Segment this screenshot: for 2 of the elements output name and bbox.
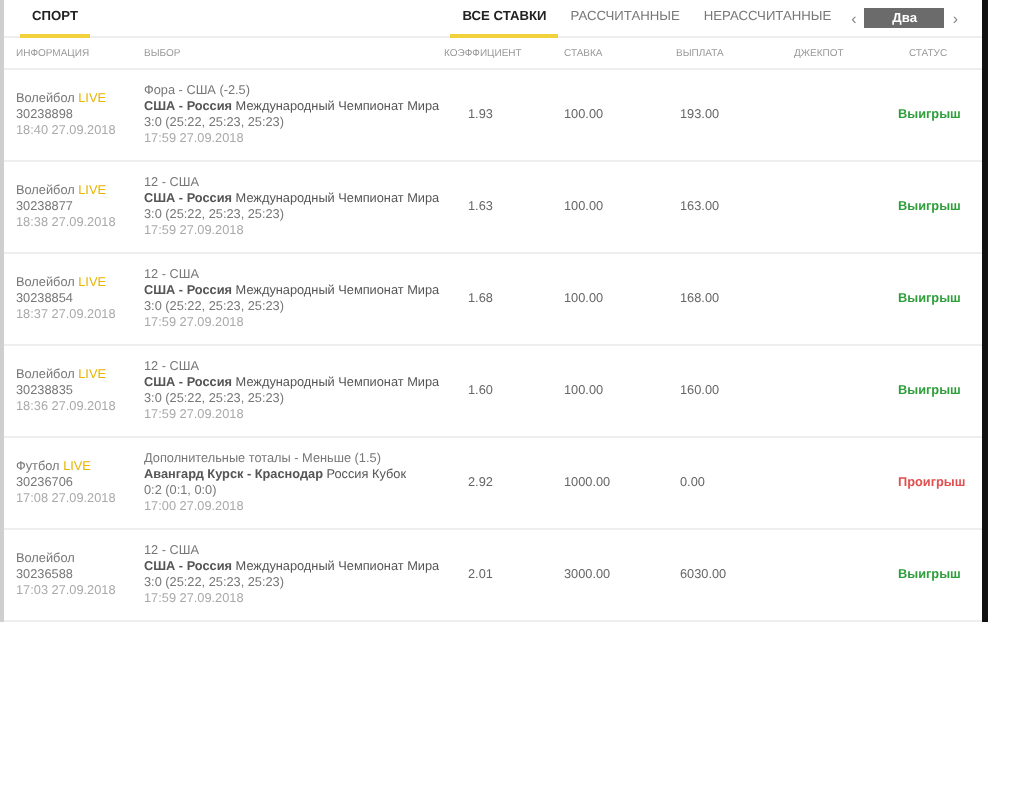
next-arrow[interactable]: › <box>944 9 966 27</box>
previous-arrow[interactable]: ‹ <box>843 9 865 27</box>
